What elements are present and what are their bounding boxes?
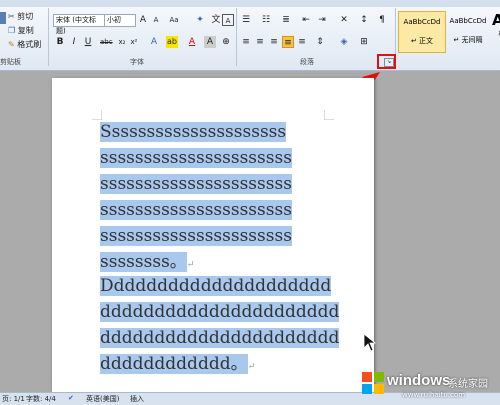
- text-line: ssssssssssssssssssssss: [100, 174, 292, 194]
- proofing-icon[interactable]: ✔: [68, 394, 74, 402]
- windows-logo-icon: [362, 372, 384, 394]
- language-status[interactable]: 英语(美国): [86, 394, 119, 404]
- text-line: dddddddddddddddddddddd: [100, 328, 340, 348]
- site-watermark: windows 系统家园 www.ruihaitu.com: [362, 366, 498, 402]
- insert-mode-status[interactable]: 插入: [130, 394, 144, 404]
- text-line: ssssssss。↵: [100, 252, 195, 272]
- text-line: dddddddddddd。↵: [100, 354, 256, 374]
- paragraph-mark: ↵: [186, 260, 195, 270]
- text-line: ssssssssssssssssssssss: [100, 200, 292, 220]
- text-line: ssssssssssssssssssssss: [100, 148, 292, 168]
- paragraph-mark: ↵: [247, 362, 256, 372]
- text-line: Sssssssssssssssssssss: [100, 122, 287, 142]
- margin-corner-mark: [324, 110, 334, 120]
- watermark-url: www.ruihaitu.com: [402, 391, 466, 399]
- page-count[interactable]: 页: 1/1: [2, 394, 25, 404]
- margin-corner-mark: [92, 110, 102, 120]
- text-line: dddddddddddddddddddddd: [100, 302, 340, 322]
- word-count[interactable]: 字数: 4/4: [26, 394, 56, 404]
- watermark-brand: windows: [387, 372, 451, 389]
- text-line: Ddddddddddddddddddddd: [100, 276, 332, 296]
- mouse-cursor-icon: [364, 334, 376, 352]
- watermark-site-text: 系统家园: [448, 379, 488, 390]
- text-line: ssssssssssssssssssssss: [100, 226, 292, 246]
